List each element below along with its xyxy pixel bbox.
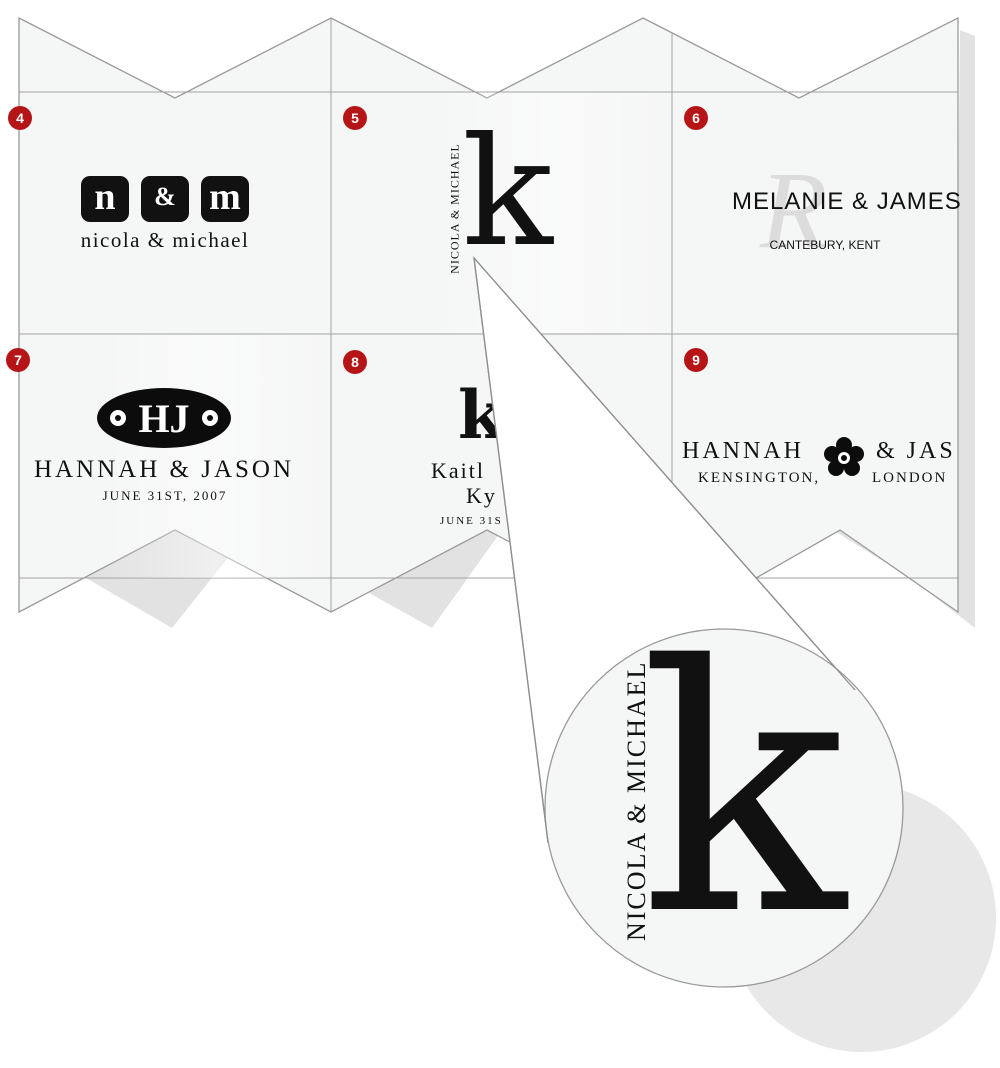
zoomed-letter-k: k — [640, 594, 847, 990]
illustration: 4 n & m nicola & michael 5 k NICOLA & MICH… — [0, 0, 1000, 1068]
magnifier-callout — [473, 255, 996, 1052]
zoomed-vertical-names: NICOLA & MICHAEL — [622, 660, 651, 941]
